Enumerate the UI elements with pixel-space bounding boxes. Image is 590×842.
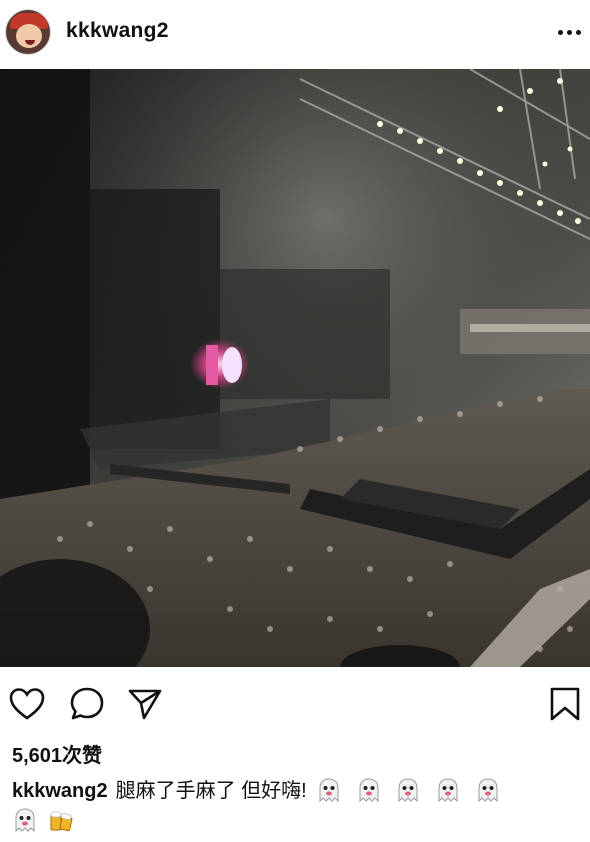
post-header: kkkwang2: [0, 0, 590, 68]
ghost-emoji-icon: [438, 778, 458, 803]
action-bar: [0, 675, 590, 727]
ghost-emoji-icon: [15, 808, 35, 833]
post-username[interactable]: kkkwang2: [66, 19, 169, 43]
ghost-emoji-icon: [359, 778, 379, 803]
caption-text: 腿麻了手麻了 但好嗨!: [115, 780, 307, 802]
concert-arena-photo: [0, 69, 590, 667]
caption-emoji-row: [312, 778, 504, 803]
more-options-icon[interactable]: [556, 22, 584, 42]
send-icon[interactable]: [126, 685, 164, 723]
comment-icon[interactable]: [68, 685, 106, 723]
beer-emoji-icon: [50, 811, 73, 832]
post-caption: kkkwang2 腿麻了手麻了 但好嗨!: [12, 776, 582, 836]
ghost-emoji-icon: [319, 778, 339, 803]
caption-username[interactable]: kkkwang2: [12, 780, 108, 802]
heart-icon[interactable]: [8, 685, 46, 723]
ghost-emoji-icon: [478, 778, 498, 803]
likes-count[interactable]: 5,601次赞: [12, 739, 102, 768]
ghost-emoji-icon: [398, 778, 418, 803]
bookmark-icon[interactable]: [546, 685, 584, 723]
post-photo[interactable]: [0, 69, 590, 667]
avatar[interactable]: [5, 9, 51, 55]
